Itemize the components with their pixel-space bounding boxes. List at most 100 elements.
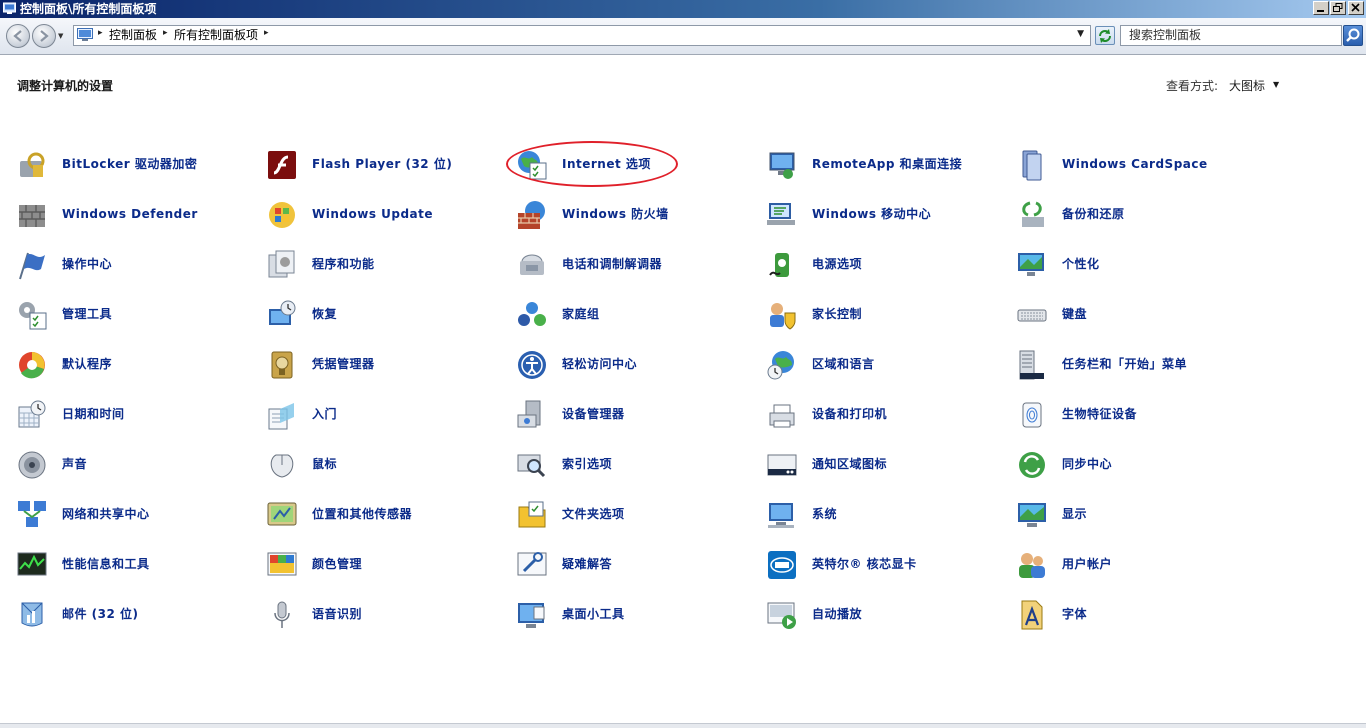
control-panel-item[interactable]: 凭据管理器 (266, 340, 516, 390)
control-panel-item[interactable]: 程序和功能 (266, 240, 516, 290)
power-options-icon (766, 249, 798, 281)
control-panel-item-label: RemoteApp 和桌面连接 (812, 157, 963, 171)
restore-button[interactable] (1330, 1, 1346, 15)
control-panel-item[interactable]: 字体 (1016, 590, 1266, 640)
programs-features-icon (266, 249, 298, 281)
control-panel-item[interactable]: Flash Player (32 位) (266, 140, 516, 190)
control-panel-item[interactable]: 通知区域图标 (766, 440, 1016, 490)
control-panel-item[interactable]: 默认程序 (16, 340, 266, 390)
control-panel-item-label: 系统 (812, 507, 838, 521)
control-panel-item-label: 操作中心 (62, 257, 113, 271)
control-panel-item[interactable]: 英特尔® 核芯显卡 (766, 540, 1016, 590)
control-panel-item[interactable]: 语音识别 (266, 590, 516, 640)
cardspace-icon (1016, 149, 1048, 181)
control-panel-item[interactable]: 操作中心 (16, 240, 266, 290)
control-panel-item[interactable]: Windows CardSpace (1016, 140, 1266, 190)
control-panel-item[interactable]: 恢复 (266, 290, 516, 340)
control-panel-item[interactable]: 个性化 (1016, 240, 1266, 290)
parental-controls-icon (766, 299, 798, 331)
control-panel-item[interactable]: 同步中心 (1016, 440, 1266, 490)
control-panel-item[interactable]: 键盘 (1016, 290, 1266, 340)
control-panel-item[interactable]: 生物特征设备 (1016, 390, 1266, 440)
indexing-options-icon (516, 449, 548, 481)
control-panel-item[interactable]: 入门 (266, 390, 516, 440)
address-toolbar: ▼ ▸ 控制面板 ▸ 所有控制面板项 ▸ ▼ 搜索控制面板 (0, 18, 1366, 55)
control-panel-item[interactable]: BitLocker 驱动器加密 (16, 140, 266, 190)
back-button[interactable] (6, 24, 30, 48)
control-panel-item[interactable]: 日期和时间 (16, 390, 266, 440)
control-panel-item[interactable]: 轻松访问中心 (516, 340, 766, 390)
control-panel-item[interactable]: 鼠标 (266, 440, 516, 490)
address-history-dropdown-icon[interactable]: ▼ (1077, 29, 1084, 39)
window-title: 控制面板\所有控制面板项 (20, 2, 157, 16)
close-icon (1351, 3, 1360, 12)
flash-player-icon (266, 149, 298, 181)
control-panel-item[interactable]: 邮件 (32 位) (16, 590, 266, 640)
internet-options-icon (516, 149, 548, 181)
control-panel-item[interactable]: 声音 (16, 440, 266, 490)
breadcrumb-all-items[interactable]: 所有控制面板项 (174, 28, 258, 43)
refresh-button[interactable] (1095, 26, 1115, 45)
recovery-icon (266, 299, 298, 331)
view-by-dropdown[interactable]: 大图标 (1229, 77, 1265, 94)
control-panel-item[interactable]: 系统 (766, 490, 1016, 540)
control-panel-item[interactable]: 颜色管理 (266, 540, 516, 590)
minimize-button[interactable] (1313, 1, 1329, 15)
control-panel-item[interactable]: 文件夹选项 (516, 490, 766, 540)
address-bar[interactable]: ▸ 控制面板 ▸ 所有控制面板项 ▸ ▼ (73, 25, 1091, 46)
control-panel-item[interactable]: RemoteApp 和桌面连接 (766, 140, 1016, 190)
control-panel-item[interactable]: 索引选项 (516, 440, 766, 490)
control-panel-item[interactable]: 任务栏和「开始」菜单 (1016, 340, 1266, 390)
control-panel-item[interactable]: 备份和还原 (1016, 190, 1266, 240)
search-input[interactable]: 搜索控制面板 (1120, 25, 1342, 46)
minimize-icon (1317, 10, 1324, 12)
control-panel-item[interactable]: 家长控制 (766, 290, 1016, 340)
control-panel-item[interactable]: 显示 (1016, 490, 1266, 540)
control-panel-item-label: 电源选项 (812, 257, 863, 271)
control-panel-item-label: 显示 (1062, 507, 1088, 521)
breadcrumb-chevron-icon[interactable]: ▸ (98, 28, 103, 38)
control-panel-item-label: 个性化 (1062, 257, 1100, 271)
control-panel-item[interactable]: 疑难解答 (516, 540, 766, 590)
control-panel-item[interactable]: Windows 防火墙 (516, 190, 766, 240)
control-panel-item-label: 位置和其他传感器 (312, 507, 413, 521)
breadcrumb-chevron-icon[interactable]: ▸ (163, 28, 168, 38)
breadcrumb-chevron-icon[interactable]: ▸ (264, 28, 269, 38)
control-panel-item[interactable]: 自动播放 (766, 590, 1016, 640)
firewall-icon (516, 199, 548, 231)
search-button[interactable] (1343, 25, 1363, 46)
control-panel-item[interactable]: 区域和语言 (766, 340, 1016, 390)
biometric-devices-icon (1016, 399, 1048, 431)
control-panel-item[interactable]: 用户帐户 (1016, 540, 1266, 590)
admin-tools-icon (16, 299, 48, 331)
control-panel-item[interactable]: Internet 选项 (506, 140, 766, 190)
control-panel-item-label: Windows Update (312, 207, 434, 221)
control-panel-item[interactable]: 电源选项 (766, 240, 1016, 290)
folder-options-icon (516, 499, 548, 531)
control-panel-item[interactable]: 桌面小工具 (516, 590, 766, 640)
control-panel-item[interactable]: 设备和打印机 (766, 390, 1016, 440)
control-panel-item[interactable]: 位置和其他传感器 (266, 490, 516, 540)
recent-pages-chevron-icon[interactable]: ▼ (58, 32, 63, 40)
control-panel-item-label: 网络和共享中心 (62, 507, 150, 521)
control-panel-item[interactable]: 性能信息和工具 (16, 540, 266, 590)
control-panel-item[interactable]: 家庭组 (516, 290, 766, 340)
control-panel-item[interactable]: 电话和调制解调器 (516, 240, 766, 290)
control-panel-item-label: Windows CardSpace (1062, 157, 1208, 171)
breadcrumb-control-panel[interactable]: 控制面板 (109, 28, 157, 43)
view-by-chevron-icon[interactable]: ▼ (1273, 80, 1279, 89)
control-panel-item[interactable]: Windows Defender (16, 190, 266, 240)
page-heading: 调整计算机的设置 (17, 79, 114, 93)
forward-button[interactable] (32, 24, 56, 48)
control-panel-item-label: 日期和时间 (62, 407, 125, 421)
title-bar[interactable]: 控制面板\所有控制面板项 (0, 0, 1366, 18)
control-panel-item[interactable]: 管理工具 (16, 290, 266, 340)
close-button[interactable] (1348, 1, 1364, 15)
control-panel-item[interactable]: Windows 移动中心 (766, 190, 1016, 240)
credential-manager-icon (266, 349, 298, 381)
control-panel-item[interactable]: 网络和共享中心 (16, 490, 266, 540)
control-panel-item-label: 设备管理器 (562, 407, 625, 421)
control-panel-item[interactable]: 设备管理器 (516, 390, 766, 440)
control-panel-item[interactable]: Windows Update (266, 190, 516, 240)
backup-restore-icon (1016, 199, 1048, 231)
